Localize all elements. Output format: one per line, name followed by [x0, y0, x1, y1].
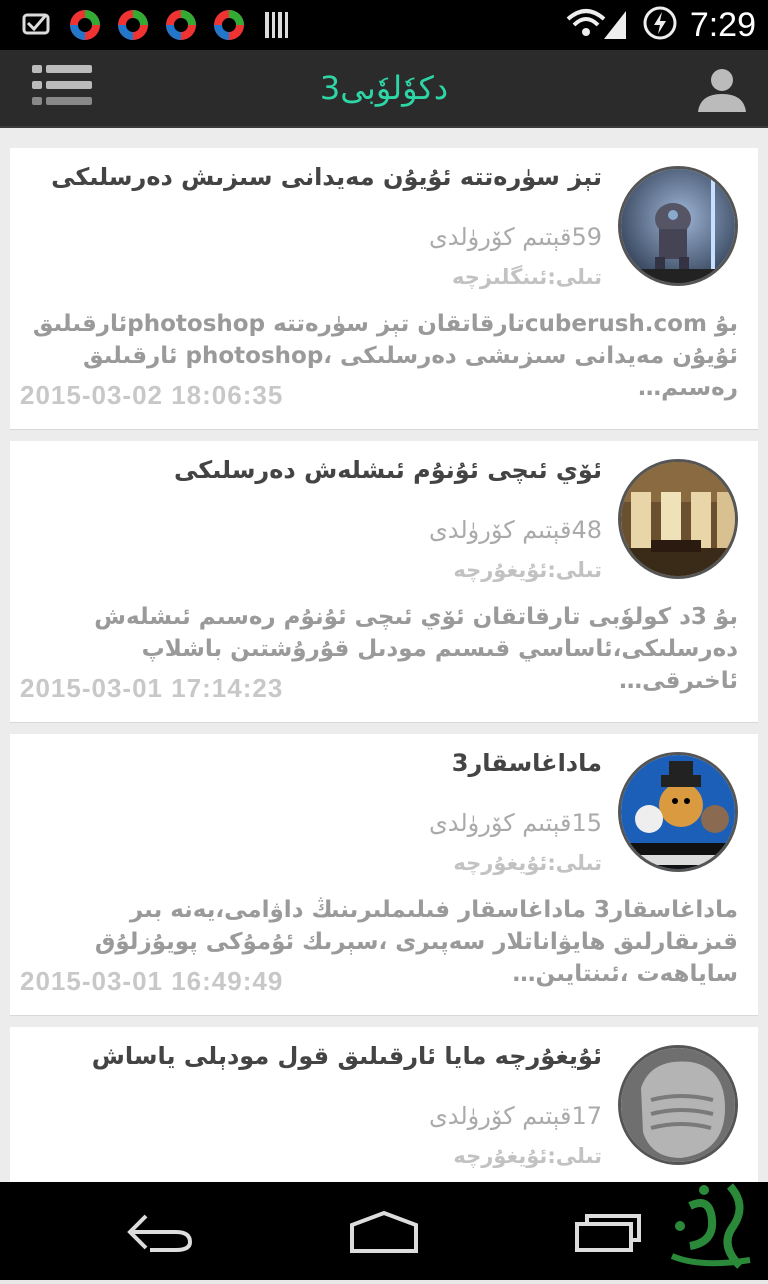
item-title: ماداغاسقار3 [451, 749, 602, 777]
user-button[interactable] [696, 66, 748, 114]
home-icon [350, 1210, 418, 1253]
app-title: 3دكوٗلوٗبى [319, 69, 449, 107]
item-title: ئۆي ئىچى ئۇنۇم ئىشلەش دەرسلىكى [173, 456, 602, 484]
language-label: تىلى:ئۇيغۇرچە [453, 851, 602, 875]
item-title: تېز سۈرەتتە ئۇيۇن مەيدانى سىزىش دەرسلىكى [51, 163, 602, 191]
list-item[interactable]: ئۇيغۇرچە مايا ئارقىلىق قول مودېلى ياساش … [10, 1027, 758, 1182]
item-date: 2015-03-01 16:49:49 [20, 966, 284, 996]
watermark-logo [660, 1176, 764, 1280]
list-item[interactable]: تېز سۈرەتتە ئۇيۇن مەيدانى سىزىش دەرسلىكى… [10, 148, 758, 430]
language-label: تىلى:ئىنگلىزچە [452, 265, 602, 289]
menu-icon [32, 65, 92, 105]
view-count: 17قېتىم كۆرۈلدى [428, 1102, 602, 1130]
interior-room-thumbnail [618, 459, 738, 579]
hand-model-thumbnail [618, 1045, 738, 1165]
language-label: تىلى:ئۇيغۇرچە [453, 558, 602, 582]
view-count: 48قېتىم كۆرۈلدى [428, 516, 602, 544]
view-count: 59قېتىم كۆرۈلدى [428, 223, 602, 251]
app-bar: 3دكوٗلوٗبى [0, 50, 768, 128]
app-icon [212, 8, 246, 42]
back-icon [127, 1214, 193, 1252]
menu-button[interactable] [26, 56, 98, 122]
navigation-bar [0, 1182, 768, 1280]
battery-icon [642, 5, 678, 45]
status-time: 7:29 [689, 6, 756, 44]
list-item[interactable]: ماداغاسقار3 15قېتىم كۆرۈلدى تىلى:ئۇيغۇرچ… [10, 734, 758, 1016]
recents-button[interactable] [563, 1202, 653, 1262]
tutorial-list: تېز سۈرەتتە ئۇيۇن مەيدانى سىزىش دەرسلىكى… [0, 128, 768, 1182]
item-date: 2015-03-02 18:06:35 [20, 380, 284, 410]
robot-scene-thumbnail [618, 166, 738, 286]
list-item[interactable]: ئۆي ئىچى ئۇنۇم ئىشلەش دەرسلىكى 48قېتىم ك… [10, 441, 758, 723]
language-label: تىلى:ئۇيغۇرچە [453, 1144, 602, 1168]
user-icon [698, 69, 746, 112]
madagascar-poster-thumbnail [618, 752, 738, 872]
notification-icon [20, 8, 54, 42]
app-icon [68, 8, 102, 42]
app-icon [116, 8, 150, 42]
view-count: 15قېتىم كۆرۈلدى [428, 809, 602, 837]
signal-icon [564, 5, 630, 45]
home-button[interactable] [339, 1202, 429, 1262]
recents-icon [575, 1214, 641, 1252]
item-title: ئۇيغۇرچە مايا ئارقىلىق قول مودېلى ياساش [91, 1042, 602, 1070]
item-date: 2015-03-01 17:14:23 [20, 673, 284, 703]
barcode-icon [260, 8, 294, 42]
back-button[interactable] [115, 1202, 205, 1262]
app-icon [164, 8, 198, 42]
status-bar: 7:29 [0, 0, 768, 50]
notification-icons [20, 8, 294, 42]
